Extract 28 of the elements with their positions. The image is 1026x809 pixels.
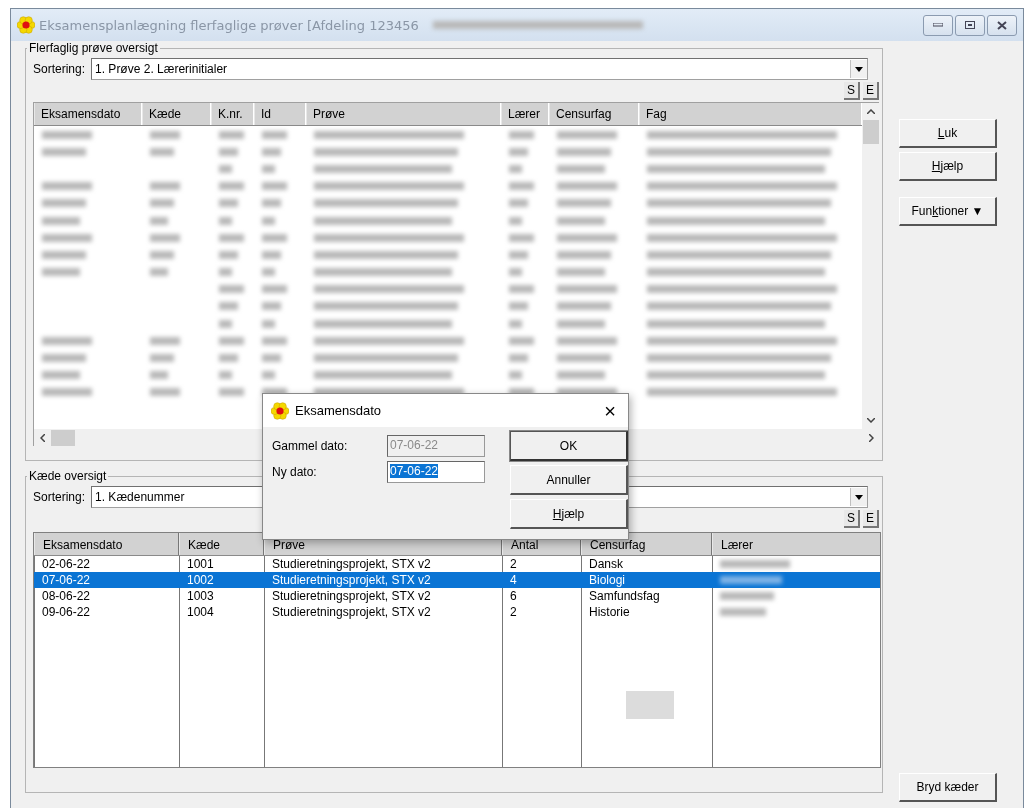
table-cell-text: 1001 [186,557,215,571]
table-cell-text: Studieretningsprojekt, STX v2 [271,573,432,587]
field-label: Ny dato: [272,465,318,479]
group-title: Kæde oversigt [28,469,108,483]
table-cell-text: 09-06-22 [41,605,92,619]
table-cell-text: Studieretningsprojekt, STX v2 [271,557,432,571]
dialog-title: Eksamensdato [295,403,381,418]
sort-label: Sortering: [33,490,86,504]
table-cell-text: 08-06-22 [41,589,92,603]
table-cell-text: Historie [588,605,631,619]
table-cell-text: 07-06-22 [41,573,92,587]
table-cell-text: 1003 [186,589,215,603]
table-cell-text: 6 [509,589,518,603]
table-cell-text: 02-06-22 [41,557,92,571]
table-cell-text: Studieretningsprojekt, STX v2 [271,589,432,603]
table-cell-text: 2 [509,605,518,619]
table-cell-text: Dansk [588,557,624,571]
table-cell-text: Biologi [588,573,627,587]
window-title: Eksamensplanlægning flerfaglige prøver [Afdeling 123456 [39,17,419,33]
table-cell-text: Samfundsfag [588,589,661,603]
table-cell-text: 4 [509,573,518,587]
field-label: Gammel dato: [272,439,349,453]
sort-label: Sortering: [33,62,86,76]
table-cell-text: 2 [509,557,518,571]
table-cell-text: Studieretningsprojekt, STX v2 [271,605,432,619]
table-cell-text: 1004 [186,605,215,619]
group-title: Flerfaglig prøve oversigt [28,41,159,55]
table-cell-text: 1002 [186,573,215,587]
